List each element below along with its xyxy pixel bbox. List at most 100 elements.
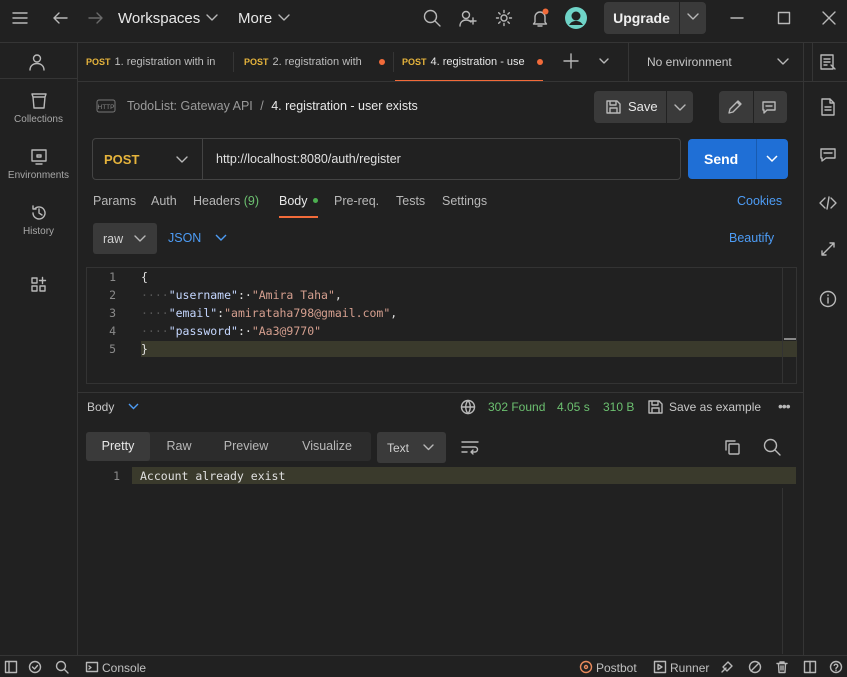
response-status[interactable]: 302 Found	[488, 400, 545, 414]
response-format-select[interactable]: Text	[377, 432, 446, 463]
chevron-down-icon[interactable]	[766, 155, 778, 163]
tab-preview[interactable]: Preview	[212, 432, 280, 460]
help-icon[interactable]	[829, 660, 843, 674]
request-tab-2[interactable]: POST 2. registration with	[244, 44, 374, 80]
avatar[interactable]	[563, 0, 589, 36]
back-arrow-icon[interactable]	[48, 0, 72, 36]
response-size[interactable]: 310 B	[603, 400, 634, 414]
more-options-icon[interactable]: •••	[778, 398, 791, 414]
method-selector[interactable]: POST	[93, 139, 203, 179]
related-icon[interactable]	[819, 240, 837, 258]
new-tab-plus-icon[interactable]	[563, 53, 579, 69]
edit-pencil-icon[interactable]	[727, 99, 743, 115]
tab-params[interactable]: Params	[93, 194, 136, 208]
more-menu[interactable]: More	[238, 0, 298, 36]
body-active-dot	[312, 198, 318, 203]
tabs-overflow-chevron-icon[interactable]	[598, 53, 610, 69]
save-button[interactable]: Save	[594, 91, 693, 123]
editor-scrollbar-thumb[interactable]	[784, 338, 796, 340]
online-status-icon[interactable]	[28, 660, 42, 674]
trash-icon[interactable]	[775, 660, 789, 674]
two-pane-icon[interactable]	[803, 660, 817, 674]
tab-headers[interactable]: Headers (9)	[193, 194, 259, 208]
code-line: ····"username":·"Amira Taha",	[141, 288, 342, 302]
maximize-icon[interactable]	[774, 0, 794, 36]
comment-icon[interactable]	[761, 99, 777, 115]
body-language-select[interactable]: JSON	[168, 231, 227, 245]
chevron-down-icon	[278, 14, 290, 21]
breadcrumb-request-name[interactable]: 4. registration - user exists	[271, 99, 418, 113]
response-body-select[interactable]: Body	[87, 400, 139, 414]
environment-quick-look-icon[interactable]	[819, 53, 837, 71]
runner-button[interactable]: Runner	[653, 660, 709, 675]
postbot-button[interactable]: Postbot	[579, 660, 637, 675]
search-icon[interactable]	[420, 0, 444, 36]
sidebar-item-environments[interactable]: Environments	[0, 148, 77, 181]
search-response-icon[interactable]	[763, 438, 781, 456]
toggle-sidebar-icon[interactable]	[4, 660, 18, 674]
documentation-icon[interactable]	[819, 98, 837, 116]
code-token: {	[141, 270, 148, 284]
body-mode-select[interactable]: raw	[93, 223, 157, 254]
tab-body[interactable]: Body	[279, 194, 318, 208]
invite-user-icon[interactable]	[456, 0, 480, 36]
tab-settings[interactable]: Settings	[442, 194, 487, 208]
divider	[233, 52, 234, 72]
beautify-link[interactable]: Beautify	[729, 231, 774, 245]
title-bar: Workspaces More Upgrade	[0, 0, 847, 36]
tab-auth[interactable]: Auth	[151, 194, 177, 208]
send-button[interactable]: Send	[688, 139, 788, 179]
tab-raw[interactable]: Raw	[150, 432, 208, 460]
line-number: 4	[109, 324, 116, 338]
console-button[interactable]: Console	[85, 660, 146, 675]
editor-scrollbar-track[interactable]	[782, 268, 783, 384]
comments-icon[interactable]	[819, 146, 837, 164]
sidebar-item-history[interactable]: History	[0, 204, 77, 237]
notifications-bell-icon[interactable]	[528, 0, 552, 36]
minimize-icon[interactable]	[727, 0, 747, 36]
divider	[78, 81, 803, 82]
response-scrollbar-track[interactable]	[782, 488, 783, 654]
tab-visualize[interactable]: Visualize	[290, 432, 364, 460]
unsaved-dot	[537, 59, 543, 65]
chevron-down-icon[interactable]	[680, 13, 706, 23]
upgrade-button[interactable]: Upgrade	[604, 2, 706, 34]
chevron-down-icon[interactable]	[674, 104, 686, 112]
request-url-bar: POST http://localhost:8080/auth/register	[92, 138, 681, 180]
environment-selector[interactable]: No environment	[647, 44, 793, 80]
method-label: POST	[104, 152, 140, 167]
copy-icon[interactable]	[724, 439, 740, 455]
settings-gear-icon[interactable]	[492, 0, 516, 36]
forward-arrow-icon[interactable]	[84, 0, 108, 36]
divider	[0, 655, 847, 656]
wrap-lines-icon[interactable]	[461, 439, 479, 455]
cookies-icon[interactable]	[748, 660, 762, 674]
sidebar-item-apps[interactable]	[0, 276, 77, 298]
info-icon[interactable]	[819, 290, 837, 308]
url-input[interactable]: http://localhost:8080/auth/register	[216, 152, 401, 166]
workspaces-menu[interactable]: Workspaces	[118, 0, 222, 36]
menu-icon[interactable]	[8, 0, 32, 36]
sidebar-item-collections[interactable]: Collections	[0, 92, 77, 125]
json-key: "email"	[168, 306, 218, 320]
response-time[interactable]: 4.05 s	[557, 400, 590, 414]
tab-pretty[interactable]: Pretty	[86, 432, 150, 460]
tab-tests[interactable]: Tests	[396, 194, 425, 208]
request-tab-1[interactable]: POST 1. registration with in	[86, 44, 218, 80]
save-as-example-button[interactable]: Save as example	[669, 400, 761, 414]
tab-pre-request[interactable]: Pre-req.	[334, 194, 379, 208]
account-icon[interactable]	[28, 53, 46, 71]
capture-icon[interactable]	[720, 660, 734, 674]
code-icon[interactable]	[819, 194, 837, 212]
close-window-icon[interactable]	[819, 0, 839, 36]
divider	[393, 52, 394, 72]
response-body-text[interactable]: Account already exist	[140, 469, 285, 483]
cookies-link[interactable]: Cookies	[737, 194, 782, 208]
json-key: "password"	[168, 324, 238, 338]
sidebar-item-label: History	[22, 226, 55, 237]
find-icon[interactable]	[55, 660, 69, 674]
request-tab-4-active[interactable]: POST 4. registration - use	[402, 44, 532, 80]
globe-icon[interactable]	[460, 399, 476, 415]
breadcrumb-collection[interactable]: TodoList: Gateway API	[127, 99, 253, 113]
chevron-down-icon	[215, 234, 227, 241]
